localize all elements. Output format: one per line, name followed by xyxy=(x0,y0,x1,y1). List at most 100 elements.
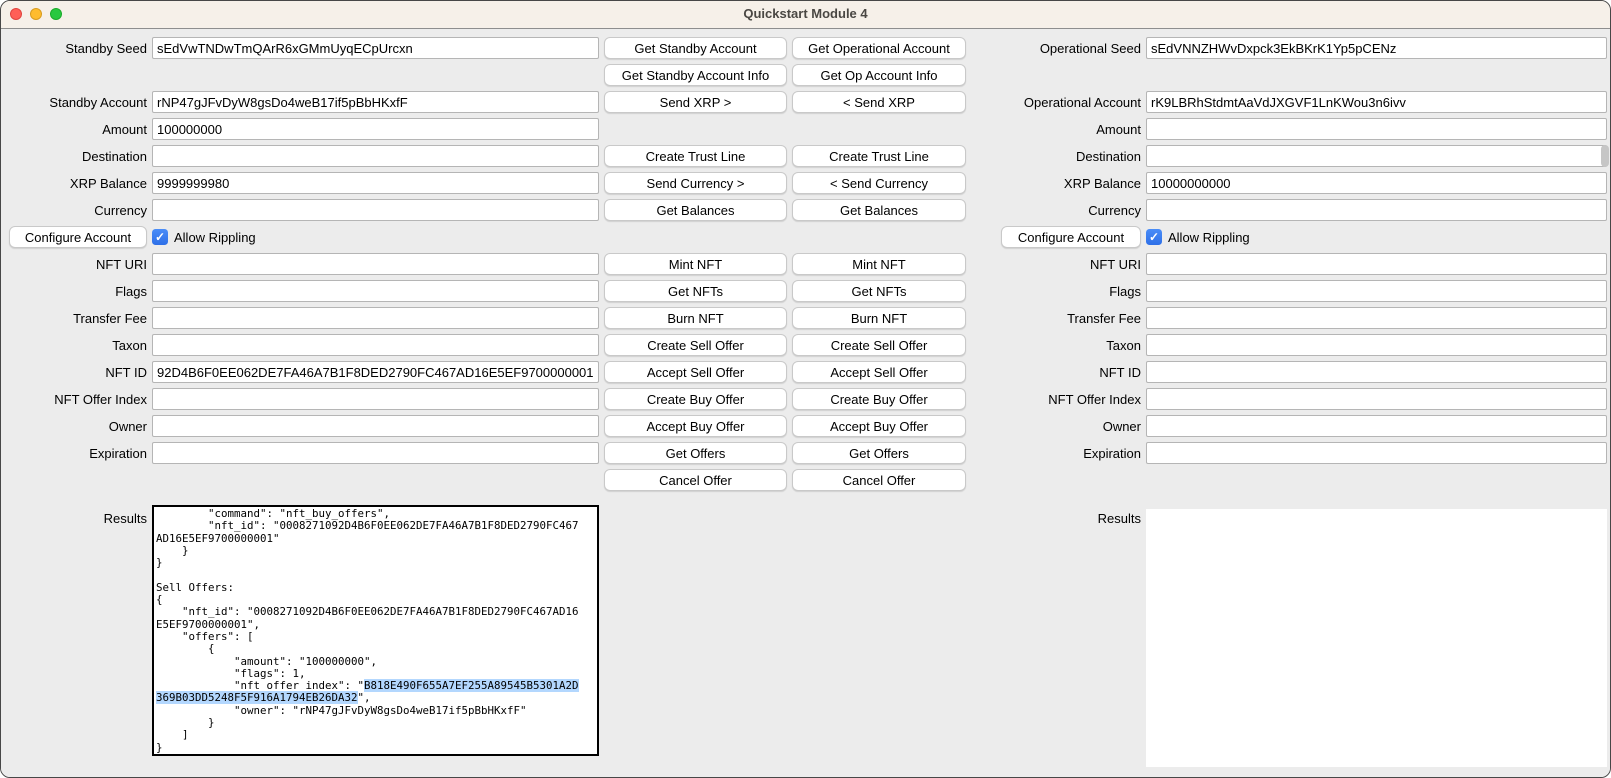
standby-send-xrp-button[interactable]: Send XRP > xyxy=(604,91,787,113)
operational-get-nfts-button[interactable]: Get NFTs xyxy=(792,280,966,302)
operational-destination-label: Destination xyxy=(1076,149,1141,164)
operational-allow-rippling-checkbox[interactable]: ✓ xyxy=(1146,229,1162,245)
operational-results-label: Results xyxy=(1098,511,1141,526)
operational-get-offers-button[interactable]: Get Offers xyxy=(792,442,966,464)
operational-create-sell-offer-button[interactable]: Create Sell Offer xyxy=(792,334,966,356)
operational-currency-input[interactable] xyxy=(1146,199,1607,221)
standby-create-buy-offer-button[interactable]: Create Buy Offer xyxy=(604,388,787,410)
operational-accept-sell-offer-button[interactable]: Accept Sell Offer xyxy=(792,361,966,383)
operational-nft-offer-index-input[interactable] xyxy=(1146,388,1607,410)
standby-transfer-fee-input[interactable] xyxy=(152,307,599,329)
form-grid: Standby Seed Get Standby Account Get Ope… xyxy=(1,29,1610,768)
operational-xrp-balance-input[interactable] xyxy=(1146,172,1607,194)
operational-owner-input[interactable] xyxy=(1146,415,1607,437)
get-op-account-info-button[interactable]: Get Op Account Info xyxy=(792,64,966,86)
operational-amount-input[interactable] xyxy=(1146,118,1607,140)
operational-nft-id-input[interactable] xyxy=(1146,361,1607,383)
standby-seed-input[interactable] xyxy=(152,37,599,59)
standby-create-trust-line-button[interactable]: Create Trust Line xyxy=(604,145,787,167)
operational-taxon-input[interactable] xyxy=(1146,334,1607,356)
standby-allow-rippling-label: Allow Rippling xyxy=(174,230,256,245)
operational-amount-label: Amount xyxy=(1096,122,1141,137)
standby-get-balances-button[interactable]: Get Balances xyxy=(604,199,787,221)
operational-results-output[interactable] xyxy=(1146,509,1607,767)
standby-accept-buy-offer-button[interactable]: Accept Buy Offer xyxy=(604,415,787,437)
operational-xrp-balance-label: XRP Balance xyxy=(1064,176,1141,191)
operational-taxon-label: Taxon xyxy=(1106,338,1141,353)
operational-cancel-offer-button[interactable]: Cancel Offer xyxy=(792,469,966,491)
standby-destination-input[interactable] xyxy=(152,145,599,167)
standby-flags-input[interactable] xyxy=(152,280,599,302)
operational-mint-nft-button[interactable]: Mint NFT xyxy=(792,253,966,275)
standby-taxon-input[interactable] xyxy=(152,334,599,356)
checkmark-icon: ✓ xyxy=(1149,231,1159,243)
standby-currency-input[interactable] xyxy=(152,199,599,221)
standby-currency-label: Currency xyxy=(94,203,147,218)
standby-transfer-fee-label: Transfer Fee xyxy=(73,311,147,326)
standby-owner-label: Owner xyxy=(109,419,147,434)
operational-account-input[interactable] xyxy=(1146,91,1607,113)
standby-create-sell-offer-button[interactable]: Create Sell Offer xyxy=(604,334,787,356)
standby-results-label: Results xyxy=(104,511,147,526)
operational-allow-rippling-label: Allow Rippling xyxy=(1168,230,1250,245)
standby-accept-sell-offer-button[interactable]: Accept Sell Offer xyxy=(604,361,787,383)
standby-nft-uri-input[interactable] xyxy=(152,253,599,275)
standby-nft-offer-index-input[interactable] xyxy=(152,388,599,410)
standby-account-label: Standby Account xyxy=(49,95,147,110)
get-standby-account-button[interactable]: Get Standby Account xyxy=(604,37,787,59)
scrollbar-thumb[interactable] xyxy=(1601,145,1609,167)
standby-burn-nft-button[interactable]: Burn NFT xyxy=(604,307,787,329)
operational-seed-label: Operational Seed xyxy=(1040,41,1141,56)
operational-configure-account-button[interactable]: Configure Account xyxy=(1001,226,1141,248)
standby-nft-uri-label: NFT URI xyxy=(96,257,147,272)
operational-create-buy-offer-button[interactable]: Create Buy Offer xyxy=(792,388,966,410)
standby-cancel-offer-button[interactable]: Cancel Offer xyxy=(604,469,787,491)
standby-nft-id-input[interactable] xyxy=(152,361,599,383)
standby-xrp-balance-label: XRP Balance xyxy=(70,176,147,191)
standby-get-nfts-button[interactable]: Get NFTs xyxy=(604,280,787,302)
standby-amount-label: Amount xyxy=(102,122,147,137)
operational-burn-nft-button[interactable]: Burn NFT xyxy=(792,307,966,329)
get-standby-account-info-button[interactable]: Get Standby Account Info xyxy=(604,64,787,86)
standby-results-output[interactable]: "command": "nft_buy_offers", "nft_id": "… xyxy=(152,505,599,756)
operational-transfer-fee-label: Transfer Fee xyxy=(1067,311,1141,326)
standby-expiration-label: Expiration xyxy=(89,446,147,461)
standby-allow-rippling-checkbox[interactable]: ✓ xyxy=(152,229,168,245)
operational-flags-input[interactable] xyxy=(1146,280,1607,302)
operational-send-currency-button[interactable]: < Send Currency xyxy=(792,172,966,194)
operational-allow-rippling-row: ✓ Allow Rippling xyxy=(1146,229,1607,245)
operational-owner-label: Owner xyxy=(1103,419,1141,434)
operational-create-trust-line-button[interactable]: Create Trust Line xyxy=(792,145,966,167)
operational-send-xrp-button[interactable]: < Send XRP xyxy=(792,91,966,113)
main-content: Standby Seed Get Standby Account Get Ope… xyxy=(1,29,1610,778)
operational-accept-buy-offer-button[interactable]: Accept Buy Offer xyxy=(792,415,966,437)
standby-get-offers-button[interactable]: Get Offers xyxy=(604,442,787,464)
standby-configure-account-button[interactable]: Configure Account xyxy=(9,226,147,248)
standby-account-input[interactable] xyxy=(152,91,599,113)
operational-currency-label: Currency xyxy=(1088,203,1141,218)
standby-xrp-balance-input[interactable] xyxy=(152,172,599,194)
app-window: Quickstart Module 4 Standby Seed Get Sta… xyxy=(0,0,1611,778)
standby-owner-input[interactable] xyxy=(152,415,599,437)
window-title: Quickstart Module 4 xyxy=(1,6,1610,21)
standby-flags-label: Flags xyxy=(115,284,147,299)
standby-amount-input[interactable] xyxy=(152,118,599,140)
get-operational-account-button[interactable]: Get Operational Account xyxy=(792,37,966,59)
operational-transfer-fee-input[interactable] xyxy=(1146,307,1607,329)
operational-expiration-input[interactable] xyxy=(1146,442,1607,464)
operational-get-balances-button[interactable]: Get Balances xyxy=(792,199,966,221)
standby-nft-offer-index-label: NFT Offer Index xyxy=(54,392,147,407)
operational-seed-input[interactable] xyxy=(1146,37,1607,59)
operational-flags-label: Flags xyxy=(1109,284,1141,299)
standby-expiration-input[interactable] xyxy=(152,442,599,464)
standby-destination-label: Destination xyxy=(82,149,147,164)
operational-nft-uri-input[interactable] xyxy=(1146,253,1607,275)
window-titlebar[interactable]: Quickstart Module 4 xyxy=(1,1,1610,29)
operational-nft-offer-index-label: NFT Offer Index xyxy=(1048,392,1141,407)
operational-expiration-label: Expiration xyxy=(1083,446,1141,461)
standby-allow-rippling-row: ✓ Allow Rippling xyxy=(152,229,599,245)
operational-destination-input[interactable] xyxy=(1146,145,1607,167)
operational-account-label: Operational Account xyxy=(1024,95,1141,110)
standby-send-currency-button[interactable]: Send Currency > xyxy=(604,172,787,194)
standby-mint-nft-button[interactable]: Mint NFT xyxy=(604,253,787,275)
